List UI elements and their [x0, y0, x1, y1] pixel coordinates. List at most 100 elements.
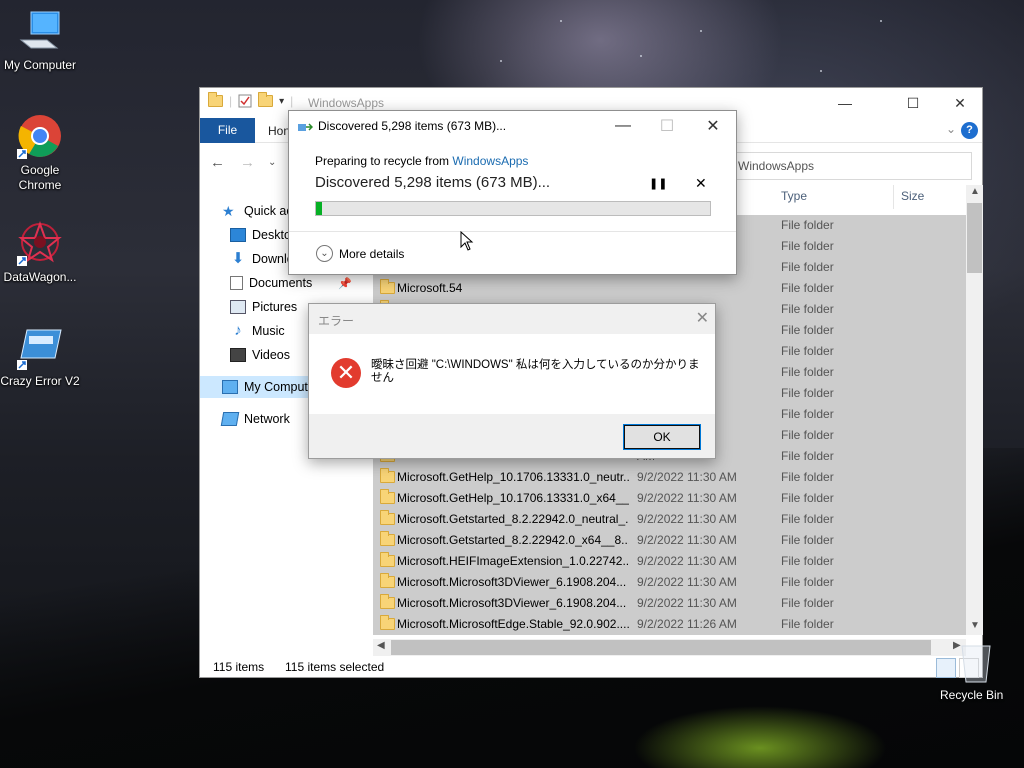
documents-icon: [230, 276, 243, 290]
desktop-icon-chrome[interactable]: Google Chrome: [0, 113, 80, 193]
horizontal-scrollbar[interactable]: ◀ ▶: [373, 639, 966, 656]
new-folder-icon[interactable]: [258, 92, 274, 107]
recycle-bin-label[interactable]: Recycle Bin: [940, 688, 1003, 702]
tab-home[interactable]: Hon: [268, 124, 290, 138]
maximize-button[interactable]: ☐: [645, 111, 689, 141]
forward-arrow-icon[interactable]: →: [240, 154, 255, 171]
details-view-button[interactable]: [936, 658, 956, 678]
table-row[interactable]: Microsoft.Getstarted_8.2.22942.0_x64__8.…: [373, 530, 966, 551]
file-type: File folder: [781, 533, 834, 547]
minimize-button[interactable]: —: [601, 111, 645, 141]
customize-quick-access-icon[interactable]: ▾: [279, 96, 284, 107]
scrollbar-thumb[interactable]: [391, 640, 931, 655]
sidebar-item-documents[interactable]: Documents 📌: [230, 272, 352, 294]
sidebar-item-downloads[interactable]: ⬇ Downlo: [230, 248, 294, 270]
table-row[interactable]: Microsoft.Getstarted_8.2.22942.0_neutral…: [373, 509, 966, 530]
file-name: Microsoft.54: [397, 281, 463, 295]
file-name: Microsoft.GetHelp_10.1706.13331.0_x64__.…: [397, 491, 629, 505]
file-type: File folder: [781, 239, 834, 253]
folder-icon: [380, 279, 395, 294]
file-name: Microsoft.Microsoft3DViewer_6.1908.204..…: [397, 596, 627, 610]
table-row[interactable]: Microsoft.Microsoft3DViewer_6.1908.204..…: [373, 572, 966, 593]
help-button[interactable]: ?: [961, 122, 978, 139]
desktop-icon: [230, 228, 246, 242]
folder-icon: [208, 92, 223, 107]
date-modified: 9/2/2022 11:30 AM: [637, 470, 737, 484]
progress-bar: [315, 201, 711, 216]
maximize-button[interactable]: ☐: [890, 88, 936, 118]
table-row[interactable]: Microsoft.GetHelp_10.1706.13331.0_neutr.…: [373, 467, 966, 488]
folder-icon: [380, 489, 395, 504]
sidebar-item-videos[interactable]: Videos: [230, 344, 290, 366]
table-row[interactable]: Microsoft.54 File folder: [373, 278, 966, 299]
music-icon: ♪: [234, 322, 242, 339]
desktop-icon-crazy-error[interactable]: Crazy Error V2: [0, 328, 80, 389]
source-folder-link[interactable]: WindowsApps: [452, 154, 528, 168]
expand-ribbon-icon[interactable]: ⌄: [946, 122, 956, 136]
progress-headline: Discovered 5,298 items (673 MB)...: [315, 174, 551, 191]
scroll-down-arrow-icon[interactable]: ▼: [970, 620, 980, 631]
sidebar-item-network[interactable]: Network: [220, 408, 290, 430]
pictures-icon: [230, 300, 246, 314]
more-details-label[interactable]: More details: [339, 247, 404, 261]
file-type: File folder: [781, 596, 834, 610]
tab-file[interactable]: File: [200, 118, 255, 143]
download-icon: ⬇: [231, 250, 245, 267]
minimize-button[interactable]: —: [822, 88, 868, 118]
sidebar-item-pictures[interactable]: Pictures: [230, 296, 297, 318]
recycle-bin-icon[interactable]: [956, 640, 996, 684]
status-bar: 115 items 115 items selected: [200, 657, 982, 678]
vertical-scrollbar[interactable]: ▲ ▼: [966, 185, 983, 635]
chevron-down-icon[interactable]: ⌄: [316, 245, 333, 262]
table-row[interactable]: Microsoft.Microsoft3DViewer_6.1908.204..…: [373, 593, 966, 614]
sidebar-item-desktop[interactable]: Deskto: [230, 224, 291, 246]
date-modified: 9/2/2022 11:30 AM: [637, 575, 737, 589]
date-modified: 9/2/2022 11:30 AM: [637, 512, 737, 526]
pause-button[interactable]: ❚❚: [649, 177, 667, 190]
error-dialog: エラー ✕ ✕ 曖昧さ回避 "C:\WINDOWS" 私は何を入力しているのか分…: [308, 303, 716, 459]
scroll-up-arrow-icon[interactable]: ▲: [970, 186, 980, 197]
close-button[interactable]: ✕: [937, 88, 983, 118]
table-row[interactable]: Microsoft.MicrosoftEdge.Stable_92.0.902.…: [373, 614, 966, 635]
address-text: WindowsApps: [738, 159, 815, 173]
close-button[interactable]: ✕: [696, 308, 709, 328]
back-arrow-icon[interactable]: ←: [210, 154, 225, 171]
sidebar-item-quick-access[interactable]: ★ Quick ac: [222, 200, 293, 222]
recent-locations-icon[interactable]: ⌄: [268, 157, 276, 168]
scroll-left-arrow-icon[interactable]: ◀: [377, 640, 385, 651]
selected-count: 115 items selected: [285, 660, 385, 674]
scrollbar-thumb[interactable]: [967, 203, 982, 273]
star-icon: ★: [222, 203, 235, 219]
close-button[interactable]: ✕: [691, 111, 735, 141]
file-type: File folder: [781, 218, 834, 232]
mouse-cursor-icon: [460, 231, 474, 251]
column-type[interactable]: Type: [781, 189, 807, 203]
desktop-icon-datawagon[interactable]: DataWagon...: [0, 220, 80, 285]
table-row[interactable]: Microsoft.HEIFImageExtension_1.0.22742..…: [373, 551, 966, 572]
column-size[interactable]: Size: [901, 189, 924, 203]
properties-icon[interactable]: [238, 94, 252, 108]
date-modified: 9/2/2022 11:30 AM: [637, 491, 737, 505]
ok-button[interactable]: OK: [623, 424, 701, 450]
file-type: File folder: [781, 575, 834, 589]
desktop-icon-label: Google Chrome: [18, 163, 62, 192]
cancel-button[interactable]: ✕: [695, 175, 707, 192]
folder-icon: [380, 531, 395, 546]
computer-icon: [222, 380, 238, 394]
address-bar[interactable]: WindowsApps: [731, 152, 972, 180]
more-details-row[interactable]: ⌄ More details: [289, 231, 736, 275]
sidebar-item-music[interactable]: ♪ Music: [230, 320, 284, 342]
file-type: File folder: [781, 491, 834, 505]
file-type: File folder: [781, 512, 834, 526]
file-name: Microsoft.GetHelp_10.1706.13331.0_neutr.…: [397, 470, 629, 484]
folder-icon: [380, 468, 395, 483]
pin-icon[interactable]: 📌: [338, 277, 352, 290]
table-row[interactable]: Microsoft.GetHelp_10.1706.13331.0_x64__.…: [373, 488, 966, 509]
folder-icon: [380, 615, 395, 630]
desktop-icon-my-computer[interactable]: My Computer: [0, 10, 80, 73]
file-type: File folder: [781, 554, 834, 568]
folder-icon: [380, 594, 395, 609]
file-type: File folder: [781, 449, 834, 463]
file-type: File folder: [781, 281, 834, 295]
file-type: File folder: [781, 260, 834, 274]
